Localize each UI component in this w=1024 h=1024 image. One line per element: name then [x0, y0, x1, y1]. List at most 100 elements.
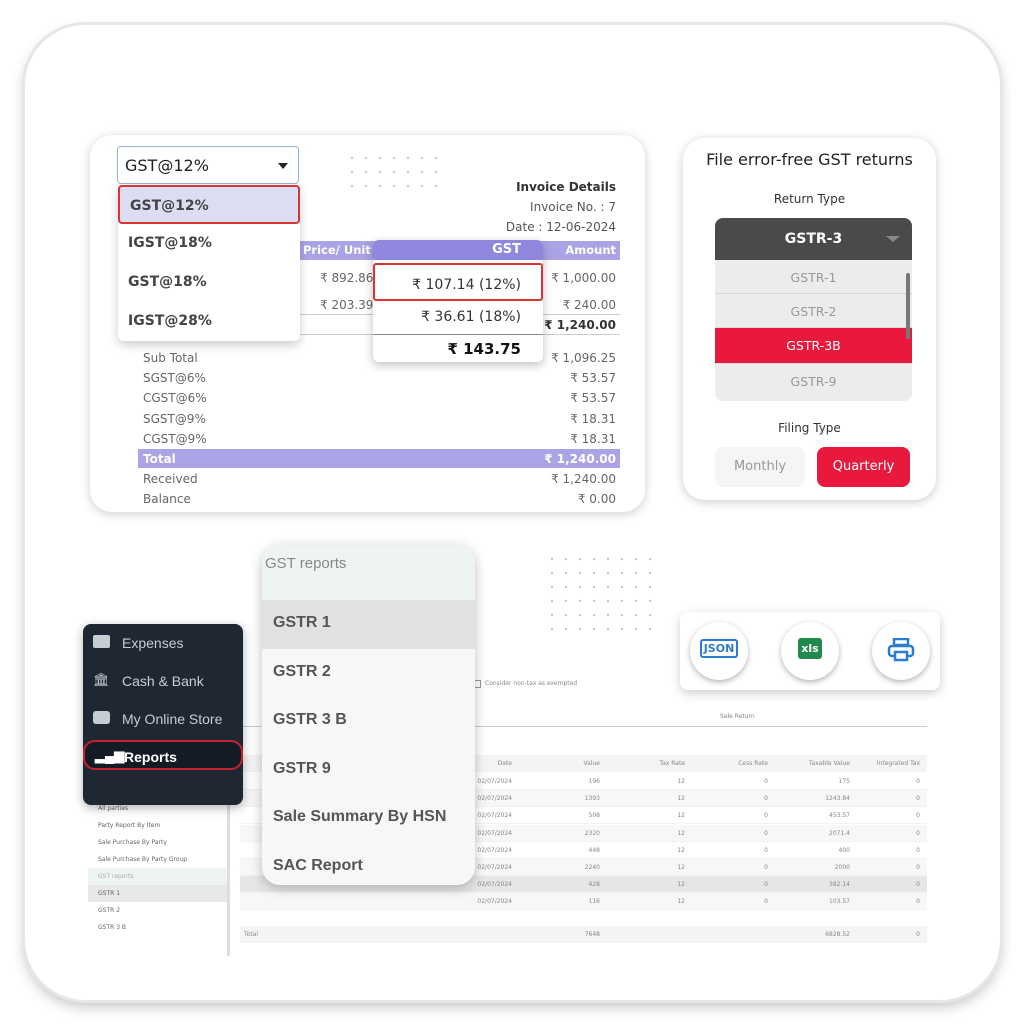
- table-cell: 12: [677, 898, 685, 906]
- filing-type-label: Filing Type: [778, 421, 841, 435]
- gst-report-item[interactable]: GSTR 3 B: [262, 697, 475, 746]
- table-total-row: Total 7648 6828.52 0: [240, 926, 927, 943]
- gst-report-item[interactable]: GSTR 1: [262, 600, 475, 649]
- table-cell: 02/07/2024: [477, 864, 512, 871]
- tax-option[interactable]: GST@18%: [118, 263, 300, 302]
- tax-option[interactable]: IGST@28%: [118, 302, 300, 341]
- side-list-item[interactable]: Sale Purchase By Party: [88, 834, 227, 851]
- return-option[interactable]: GSTR-2: [715, 294, 912, 328]
- side-list-item[interactable]: Party Report By Item: [88, 817, 227, 834]
- table-cell: 400: [838, 846, 850, 854]
- sidebar-item-label: Expenses: [122, 635, 184, 651]
- table-cell: 12: [677, 881, 685, 889]
- return-type-dropdown[interactable]: GSTR-3 GSTR-1 GSTR-2 GSTR-3B GSTR-9: [715, 218, 912, 401]
- total-value: 7648: [584, 931, 600, 938]
- gst-report-item[interactable]: GSTR 9: [262, 746, 475, 795]
- side-list-item[interactable]: Sale Purchase By Party Group: [88, 851, 227, 868]
- summary-row: Balance ₹ 0.00: [138, 489, 620, 509]
- xls-export-button[interactable]: xls: [781, 622, 839, 680]
- table-cell: 0: [916, 881, 920, 889]
- monthly-button[interactable]: Monthly: [715, 447, 805, 487]
- column-header: Cess Rate: [738, 760, 768, 767]
- table-cell: 2240: [584, 864, 600, 871]
- gst-report-item[interactable]: Sale Summary By HSN: [262, 794, 475, 843]
- tax-rate-select[interactable]: GST@12%: [117, 146, 299, 184]
- summary-value: ₹ 18.31: [570, 431, 616, 446]
- decorative-dots: [345, 151, 445, 195]
- invoice-number: Invoice No. : 7: [530, 200, 616, 214]
- sidebar-item-cash-bank[interactable]: 🏛 Cash & Bank: [83, 662, 243, 700]
- table-cell: 2000: [834, 864, 850, 871]
- scrollbar[interactable]: [906, 273, 910, 339]
- side-list-item[interactable]: GSTR 2: [88, 902, 227, 919]
- sidebar: Expenses 🏛 Cash & Bank My Online Store ▂▄…: [83, 624, 243, 805]
- return-option[interactable]: GSTR-9: [715, 364, 912, 398]
- summary-value: ₹ 1,240.00: [544, 452, 616, 466]
- invoice-details-title: Invoice Details: [516, 180, 616, 194]
- sidebar-item-reports[interactable]: ▂▄▆ Reports: [83, 740, 243, 770]
- table-cell: 0: [764, 795, 768, 803]
- table-cell: 0: [764, 881, 768, 889]
- export-buttons: JSON xls: [680, 612, 940, 690]
- summary-row: Received ₹ 1,240.00: [138, 469, 620, 489]
- tax-select-value: GST@12%: [125, 156, 209, 175]
- table-cell: 02/07/2024: [477, 881, 512, 889]
- return-type-selected[interactable]: GSTR-3: [715, 218, 912, 260]
- gst-breakdown-popup: GST ₹ 107.14 (12%) ₹ 36.61 (18%) ₹ 143.7…: [373, 240, 543, 362]
- summary-label: CGST@9%: [143, 431, 207, 446]
- table-cell: 196: [588, 778, 600, 785]
- tab-sale-return[interactable]: Sale Return: [720, 713, 755, 720]
- table-cell: 02/07/2024: [477, 778, 512, 785]
- selected-value: GSTR-3: [784, 231, 843, 247]
- item-amount: ₹ 240.00: [562, 298, 616, 312]
- column-header: Tax Rate: [659, 760, 685, 767]
- table-cell: 0: [764, 778, 768, 785]
- table-cell: 12: [677, 846, 685, 854]
- tax-option[interactable]: IGST@18%: [118, 224, 300, 263]
- table-cell: 0: [916, 829, 920, 837]
- invoice-panel: GST@12% GST@12% IGST@18% GST@18% IGST@28…: [90, 135, 645, 512]
- sidebar-item-label: My Online Store: [122, 711, 223, 727]
- json-export-button[interactable]: JSON: [690, 622, 748, 680]
- side-list-item[interactable]: GSTR 1: [88, 885, 227, 902]
- wallet-icon: [93, 635, 110, 648]
- gst-returns-panel: File error-free GST returns Return Type …: [683, 138, 936, 500]
- summary-label: Balance: [143, 492, 191, 507]
- summary-value: ₹ 53.57: [570, 391, 616, 406]
- summary-value: ₹ 0.00: [577, 492, 616, 507]
- item-price: ₹ 203.39: [320, 298, 374, 312]
- tax-option[interactable]: GST@12%: [118, 185, 300, 224]
- print-button[interactable]: [872, 622, 930, 680]
- table-cell: 02/07/2024: [477, 795, 512, 803]
- item-price: ₹ 892.86: [320, 271, 374, 285]
- table-cell: 2320: [584, 829, 600, 837]
- table-cell: 12: [677, 778, 685, 785]
- table-cell: 0: [916, 778, 920, 785]
- sidebar-item-online-store[interactable]: My Online Store: [83, 700, 243, 738]
- table-cell: 116: [588, 898, 600, 906]
- summary-value: ₹ 53.57: [570, 371, 616, 386]
- quarterly-button[interactable]: Quarterly: [817, 447, 910, 487]
- total-taxable: 6828.52: [825, 931, 850, 938]
- column-header: Date: [497, 760, 512, 767]
- return-type-label: Return Type: [773, 192, 846, 206]
- table-cell: 175: [838, 778, 850, 785]
- gst-reports-title: GST reports: [262, 545, 475, 600]
- table-cell: 02/07/2024: [477, 812, 512, 820]
- tax-rate-options: GST@12% IGST@18% GST@18% IGST@28%: [118, 185, 300, 341]
- summary-label: Sub Total: [143, 351, 198, 365]
- table-cell: 0: [764, 812, 768, 820]
- table-cell: 508: [588, 812, 600, 820]
- return-option[interactable]: GSTR-1: [715, 260, 912, 294]
- gst-report-item[interactable]: SAC Report: [262, 843, 475, 886]
- side-list-item[interactable]: GST reports: [88, 868, 227, 885]
- return-option[interactable]: GSTR-3B: [715, 328, 912, 364]
- gst-report-item[interactable]: GSTR 2: [262, 649, 475, 698]
- column-header: Taxable Value: [808, 760, 850, 767]
- sidebar-item-expenses[interactable]: Expenses: [83, 624, 243, 662]
- table-cell: 0: [916, 795, 920, 803]
- side-list-item[interactable]: GSTR 3 B: [88, 919, 227, 936]
- gst-reports-menu: GST reports GSTR 1 GSTR 2 GSTR 3 B GSTR 9 Sa…: [262, 545, 475, 885]
- table-cell: 448: [588, 846, 600, 854]
- print-icon: [887, 637, 915, 662]
